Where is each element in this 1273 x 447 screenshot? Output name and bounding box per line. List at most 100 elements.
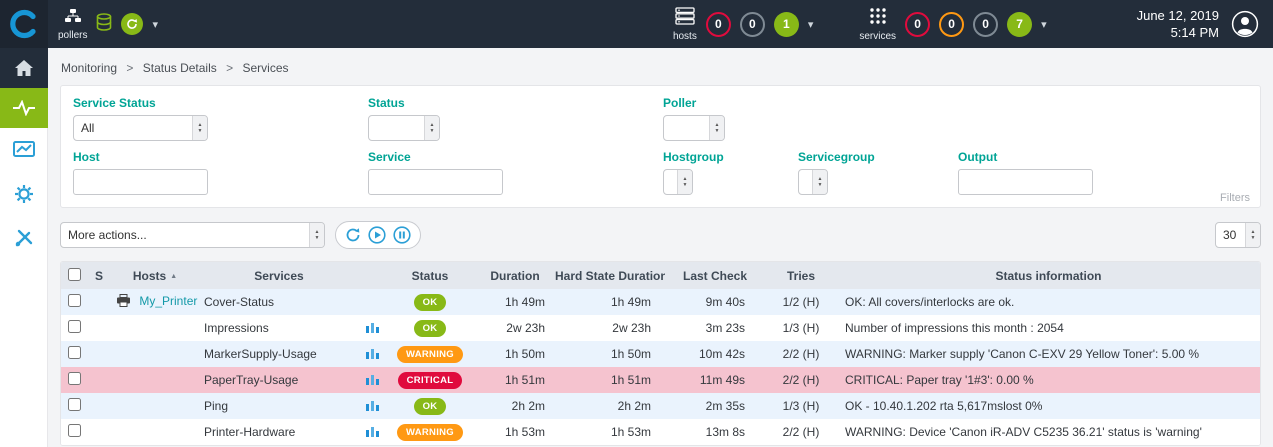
printer-icon: [116, 296, 134, 310]
row-checkbox[interactable]: [68, 346, 81, 359]
last-check-cell: 10m 42s: [665, 341, 765, 367]
hostgroup-select[interactable]: [663, 169, 693, 195]
page-size-select[interactable]: 30: [1215, 222, 1261, 248]
sidebar-item-configuration[interactable]: [0, 172, 48, 216]
host-link[interactable]: My_Printer: [139, 294, 197, 308]
service-link[interactable]: MarkerSupply-Usage: [204, 347, 317, 361]
graph-icon[interactable]: [366, 374, 379, 388]
services-unknown-counter[interactable]: 0: [973, 12, 998, 37]
header-services[interactable]: Services: [199, 262, 359, 289]
status-information-cell: CRITICAL: Paper tray '1#3': 0.00 %: [837, 367, 1260, 393]
host-input[interactable]: [73, 169, 208, 195]
pollers-menu[interactable]: pollers: [48, 0, 168, 48]
select-arrows-icon: [812, 170, 827, 194]
play-button[interactable]: [368, 226, 386, 244]
service-status-label: Service Status: [73, 96, 368, 110]
servicegroup-select[interactable]: [798, 169, 828, 195]
host-cell: [111, 393, 199, 419]
services-status-menu[interactable]: services 0 0 0 7: [849, 0, 1056, 48]
breadcrumb-status-details[interactable]: Status Details: [143, 61, 217, 75]
filter-status: Status: [368, 96, 663, 141]
hosts-up-counter[interactable]: 1: [774, 12, 799, 37]
hard-state-duration-cell: 2w 23h: [555, 315, 665, 341]
header-hosts[interactable]: Hosts: [111, 262, 199, 289]
graph-cell: [359, 341, 385, 367]
table-row: PaperTray-Usage CRITICAL 1h 51m 1h 51m 1…: [61, 367, 1260, 393]
service-status-select[interactable]: All: [73, 115, 208, 141]
row-checkbox[interactable]: [68, 372, 81, 385]
hostgroup-label: Hostgroup: [663, 150, 798, 164]
header-last-check[interactable]: Last Check: [665, 262, 765, 289]
sidebar-item-monitoring[interactable]: [0, 88, 48, 128]
select-arrows-icon: [709, 116, 724, 140]
header-severity[interactable]: S: [87, 262, 111, 289]
hosts-unreachable-counter[interactable]: 0: [740, 12, 765, 37]
hosts-status-menu[interactable]: hosts 0 0 1: [663, 0, 823, 48]
select-arrows-icon: [424, 116, 439, 140]
user-menu-button[interactable]: [1231, 10, 1259, 38]
hosts-down-counter[interactable]: 0: [706, 12, 731, 37]
header-tries[interactable]: Tries: [765, 262, 837, 289]
pause-button[interactable]: [393, 226, 411, 244]
breadcrumb-services[interactable]: Services: [242, 61, 288, 75]
row-checkbox[interactable]: [68, 294, 81, 307]
sidebar-item-administration[interactable]: [0, 216, 48, 260]
host-cell: [111, 419, 199, 445]
service-link[interactable]: Ping: [204, 399, 228, 413]
graph-icon[interactable]: [366, 400, 379, 414]
graph-icon[interactable]: [366, 426, 379, 440]
graph-icon[interactable]: [366, 322, 379, 336]
poller-select[interactable]: [663, 115, 725, 141]
header-hard-state-duration[interactable]: Hard State Duration: [555, 262, 665, 289]
select-all-checkbox[interactable]: [68, 268, 81, 281]
more-actions-select[interactable]: More actions...: [60, 222, 325, 248]
pause-icon: [393, 226, 411, 244]
breadcrumb-monitoring[interactable]: Monitoring: [61, 61, 117, 75]
host-cell: My_Printer: [111, 289, 199, 315]
service-input[interactable]: [368, 169, 503, 195]
duration-cell: 2w 23h: [475, 315, 555, 341]
service-cell: PaperTray-Usage: [199, 367, 359, 393]
output-label: Output: [958, 150, 1093, 164]
chevron-down-icon: [1041, 15, 1047, 33]
header-status[interactable]: Status: [385, 262, 475, 289]
graph-cell: [359, 419, 385, 445]
service-link[interactable]: PaperTray-Usage: [204, 373, 298, 387]
graph-icon[interactable]: [366, 348, 379, 362]
sidebar-item-reporting[interactable]: [0, 128, 48, 172]
status-badge: OK: [414, 320, 447, 337]
row-checkbox[interactable]: [68, 398, 81, 411]
status-information-cell: Number of impressions this month : 2054: [837, 315, 1260, 341]
sidebar-item-home[interactable]: [0, 48, 48, 88]
filters-panel: Service Status All Status Poller: [60, 85, 1261, 208]
services-critical-counter[interactable]: 0: [905, 12, 930, 37]
breadcrumb: Monitoring > Status Details > Services: [61, 61, 1261, 75]
row-checkbox[interactable]: [68, 320, 81, 333]
topbar: pollers: [0, 0, 1273, 48]
services-table-card: S Hosts Services Status Duration Hard St…: [60, 261, 1261, 446]
hard-state-duration-cell: 1h 49m: [555, 289, 665, 315]
service-cell: MarkerSupply-Usage: [199, 341, 359, 367]
service-link[interactable]: Printer-Hardware: [204, 425, 295, 439]
status-select[interactable]: [368, 115, 440, 141]
hard-state-duration-cell: 2h 2m: [555, 393, 665, 419]
header-duration[interactable]: Duration: [475, 262, 555, 289]
service-link[interactable]: Impressions: [204, 321, 269, 335]
services-ok-counter[interactable]: 7: [1007, 12, 1032, 37]
filter-output: Output: [958, 150, 1093, 195]
select-arrows-icon: [192, 116, 207, 140]
filter-service: Service: [368, 150, 663, 195]
actions-toolbar: More actions...: [60, 221, 1261, 249]
output-input[interactable]: [958, 169, 1093, 195]
service-link[interactable]: Cover-Status: [204, 295, 274, 309]
hard-state-duration-cell: 1h 53m: [555, 419, 665, 445]
centreon-logo[interactable]: [0, 0, 48, 48]
hosts-icon: [675, 7, 695, 30]
header-status-information[interactable]: Status information: [837, 262, 1260, 289]
refresh-button[interactable]: [345, 227, 361, 243]
duration-cell: 2h 2m: [475, 393, 555, 419]
user-icon: [1231, 10, 1259, 38]
services-warning-counter[interactable]: 0: [939, 12, 964, 37]
row-checkbox[interactable]: [68, 424, 81, 437]
table-row: Printer-Hardware WARNING 1h 53m 1h 53m 1…: [61, 419, 1260, 445]
